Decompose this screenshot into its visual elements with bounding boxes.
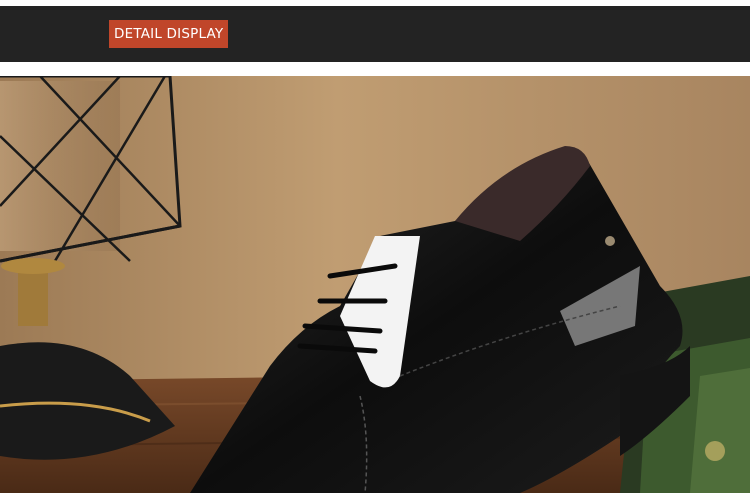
detail-display-badge: DETAIL DISPLAY — [109, 20, 229, 48]
product-photo — [0, 76, 750, 493]
